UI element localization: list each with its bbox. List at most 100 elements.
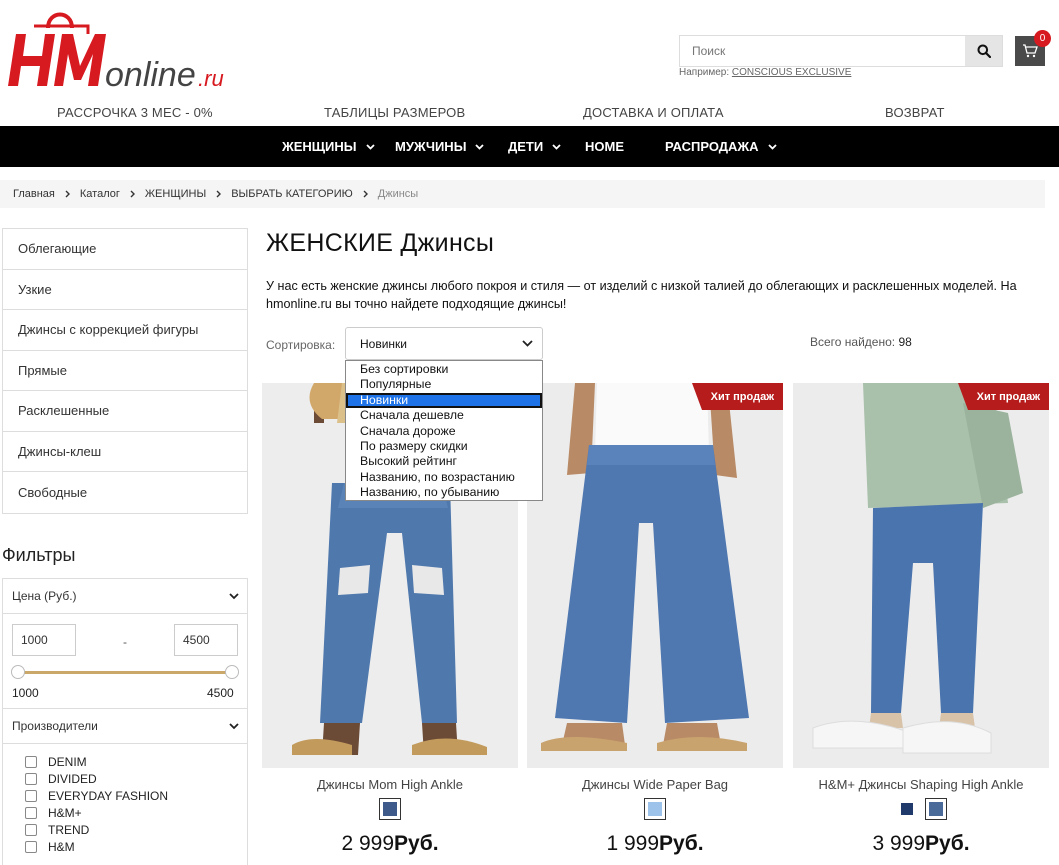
logo-online-text: online	[105, 56, 196, 90]
search-input[interactable]	[680, 36, 966, 66]
sort-option[interactable]: По размеру скидки	[346, 439, 542, 454]
price-filter-label: Цена (Руб.)	[12, 589, 77, 603]
brand-label: DIVIDED	[48, 771, 97, 786]
sort-label: Сортировка:	[266, 338, 336, 352]
category-item[interactable]: Облегающие	[3, 229, 247, 270]
brand-option[interactable]: DENIM	[25, 753, 168, 770]
brand-option[interactable]: H&M+	[25, 804, 168, 821]
price-currency: Руб.	[925, 832, 970, 855]
price-currency: Руб.	[659, 832, 704, 855]
chevron-right-icon	[130, 190, 135, 198]
site-logo[interactable]: online .ru	[2, 4, 242, 94]
delivery-link[interactable]: ДОСТАВКА И ОПЛАТА	[583, 105, 724, 120]
nav-women[interactable]: ЖЕНЩИНЫ	[282, 126, 375, 167]
brand-checkbox[interactable]	[25, 806, 37, 819]
returns-link[interactable]: ВОЗВРАТ	[885, 105, 945, 120]
brand-option[interactable]: H&M	[25, 838, 168, 855]
breadcrumb-catalog[interactable]: Каталог	[80, 188, 120, 200]
installment-link[interactable]: РАССРОЧКА 3 МЕС - 0%	[57, 105, 213, 120]
category-item[interactable]: Узкие	[3, 270, 247, 310]
breadcrumb-category[interactable]: ВЫБРАТЬ КАТЕГОРИЮ	[231, 188, 353, 200]
total-found-label: Всего найдено:	[810, 335, 896, 349]
nav-men-label: МУЖЧИНЫ	[395, 139, 467, 154]
price-slider-max-handle[interactable]	[225, 665, 239, 679]
price-currency: Руб.	[394, 832, 439, 855]
size-tables-link[interactable]: ТАБЛИЦЫ РАЗМЕРОВ	[324, 105, 465, 120]
price-value: 3 999	[872, 832, 926, 855]
price-value: 2 999	[341, 832, 395, 855]
brand-option[interactable]: EVERYDAY FASHION	[25, 787, 168, 804]
brand-checkbox[interactable]	[25, 840, 37, 853]
chevron-right-icon	[216, 190, 222, 198]
product-name[interactable]: Джинсы Mom High Ankle	[262, 777, 518, 792]
product-name[interactable]: H&M+ Джинсы Shaping High Ankle	[793, 777, 1049, 792]
sort-option[interactable]: Высокий рейтинг	[346, 454, 542, 469]
sort-option[interactable]: Названию, по возрастанию	[346, 470, 542, 485]
main-nav: ЖЕНЩИНЫ МУЖЧИНЫ ДЕТИ HOME РАСПРОДАЖА	[0, 126, 1059, 167]
color-swatch[interactable]	[379, 798, 401, 820]
sort-dropdown: Без сортировки Популярные Новинки Сначал…	[345, 360, 543, 501]
chevron-down-icon	[229, 592, 239, 599]
search-hint: Например: CONSCIOUS EXCLUSIVE	[679, 67, 851, 78]
sort-option[interactable]: Названию, по убыванию	[346, 485, 542, 500]
price-min-input[interactable]: 1000	[12, 624, 76, 656]
nav-men[interactable]: МУЖЧИНЫ	[395, 126, 485, 167]
color-swatch[interactable]	[896, 798, 918, 820]
brand-checkbox[interactable]	[25, 772, 37, 785]
brand-label: H&M	[48, 839, 75, 854]
nav-home[interactable]: HOME	[585, 126, 624, 167]
brand-checkbox[interactable]	[25, 789, 37, 802]
category-item[interactable]: Прямые	[3, 351, 247, 391]
nav-sale-label: РАСПРОДАЖА	[665, 139, 759, 154]
price-value: 1 999	[606, 832, 660, 855]
color-swatches	[527, 798, 783, 820]
breadcrumb-women[interactable]: ЖЕНЩИНЫ	[145, 188, 206, 200]
brand-option[interactable]: DIVIDED	[25, 770, 168, 787]
total-found-count: 98	[898, 335, 912, 349]
sort-option[interactable]: Сначала дороже	[346, 424, 542, 439]
brands-filter-toggle[interactable]: Производители	[3, 709, 247, 743]
category-item[interactable]: Расклешенные	[3, 391, 247, 432]
nav-home-label: HOME	[585, 139, 624, 154]
category-item[interactable]: Свободные	[3, 472, 247, 513]
sort-option-selected[interactable]: Новинки	[346, 392, 542, 409]
brand-option[interactable]: TREND	[25, 821, 168, 838]
product-image[interactable]: Хит продаж	[527, 383, 783, 768]
sort-option[interactable]: Популярные	[346, 377, 542, 392]
color-swatch[interactable]	[644, 798, 666, 820]
category-list: Облегающие Узкие Джинсы с коррекцией фиг…	[2, 228, 248, 514]
sort-option[interactable]: Сначала дешевле	[346, 408, 542, 423]
product-name[interactable]: Джинсы Wide Paper Bag	[527, 777, 783, 792]
brand-checkbox[interactable]	[25, 755, 37, 768]
info-bar: РАССРОЧКА 3 МЕС - 0% ТАБЛИЦЫ РАЗМЕРОВ ДО…	[0, 100, 1059, 126]
breadcrumb-current: Джинсы	[377, 188, 419, 200]
brand-label: TREND	[48, 822, 90, 837]
product-image[interactable]: Хит продаж	[793, 383, 1049, 768]
product-price: 1 999Руб.	[527, 832, 783, 856]
color-swatch[interactable]	[924, 798, 947, 820]
price-max-input[interactable]: 4500	[174, 624, 238, 656]
nav-sale[interactable]: РАСПРОДАЖА	[665, 126, 777, 167]
category-item[interactable]: Джинсы-клеш	[3, 432, 247, 472]
intro-text: У нас есть женские джинсы любого покроя …	[266, 279, 1017, 311]
total-found: Всего найдено: 98	[810, 335, 912, 349]
brand-label: DENIM	[48, 754, 87, 769]
color-swatches	[793, 798, 1049, 820]
search-hint-link[interactable]: CONSCIOUS EXCLUSIVE	[732, 67, 851, 78]
color-swatches	[262, 798, 518, 820]
price-slider-min-handle[interactable]	[11, 665, 25, 679]
brand-list: DENIM DIVIDED EVERYDAY FASHION H&M+ TREN…	[25, 753, 168, 855]
chevron-down-icon	[767, 143, 777, 150]
sort-select[interactable]: Новинки	[345, 327, 543, 360]
price-filter-toggle[interactable]: Цена (Руб.)	[3, 579, 247, 613]
brand-checkbox[interactable]	[25, 823, 37, 836]
price-slider-track[interactable]	[17, 671, 233, 674]
search-icon	[977, 44, 991, 58]
category-item[interactable]: Джинсы с коррекцией фигуры	[3, 310, 247, 351]
search-button[interactable]	[965, 36, 1002, 66]
nav-kids-label: ДЕТИ	[508, 139, 544, 154]
sort-option[interactable]: Без сортировки	[346, 362, 542, 377]
nav-kids[interactable]: ДЕТИ	[508, 126, 561, 167]
brands-filter-label: Производители	[12, 719, 98, 733]
breadcrumb-home[interactable]: Главная	[13, 188, 55, 200]
